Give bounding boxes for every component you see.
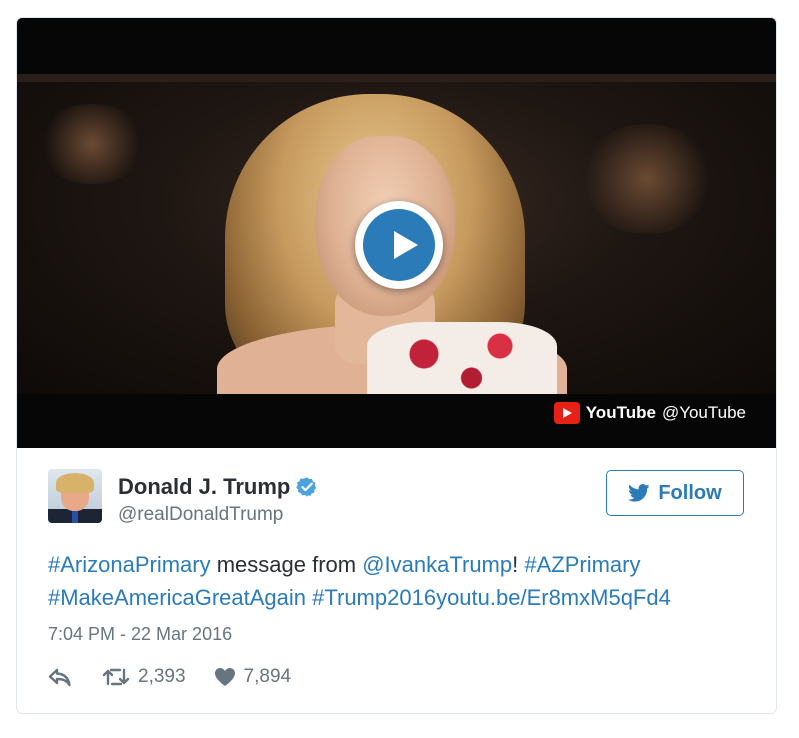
follow-label: Follow — [658, 481, 722, 504]
tweet-card: YouTube @YouTube Donald J. Trump @realDo… — [16, 17, 777, 714]
retweet-icon — [102, 668, 130, 686]
retweet-button[interactable]: 2,393 — [102, 666, 186, 688]
url-link[interactable]: youtu.be/Er8mxM5qFd4 — [436, 585, 671, 610]
youtube-logo-icon — [553, 402, 580, 424]
heart-icon — [214, 668, 235, 686]
author-row: Donald J. Trump — [118, 474, 318, 500]
tweet-actions: 2,393 7,894 — [48, 666, 291, 688]
reply-icon — [48, 668, 71, 687]
tweet-text: #ArizonaPrimary message from @IvankaTrum… — [48, 548, 758, 614]
hashtag-link[interactable]: #AZPrimary — [524, 552, 640, 577]
video-embed[interactable]: YouTube @YouTube — [17, 18, 776, 448]
hashtag-link[interactable]: #ArizonaPrimary — [48, 552, 211, 577]
tweet-text-plain: ! — [512, 552, 525, 577]
play-icon — [363, 209, 435, 281]
hashtag-link[interactable]: #Trump2016 — [312, 585, 436, 610]
provider-handle: @YouTube — [661, 403, 746, 422]
hashtag-link[interactable]: #MakeAmericaGreatAgain — [48, 585, 306, 610]
lamp-glow — [37, 104, 147, 184]
like-count: 7,894 — [243, 666, 292, 687]
lamp-glow — [577, 124, 717, 234]
youtube-attribution[interactable]: YouTube @YouTube — [553, 402, 746, 424]
shelf — [17, 74, 776, 82]
author-name[interactable]: Donald J. Trump — [118, 474, 290, 500]
verified-badge-icon — [296, 477, 317, 497]
mention-link[interactable]: @IvankaTrump — [362, 552, 512, 577]
twitter-bird-icon — [628, 484, 650, 502]
person-dress — [367, 322, 557, 394]
like-button[interactable]: 7,894 — [214, 666, 292, 688]
avatar[interactable] — [48, 469, 102, 523]
tweet-text-plain: message from — [210, 552, 363, 577]
retweet-count: 2,393 — [138, 666, 186, 687]
play-button[interactable] — [355, 201, 443, 289]
tweet-timestamp[interactable]: 7:04 PM - 22 Mar 2016 — [48, 624, 232, 645]
reply-button[interactable] — [48, 667, 72, 687]
follow-button[interactable]: Follow — [606, 470, 744, 516]
author-handle[interactable]: @realDonaldTrump — [118, 504, 283, 526]
provider-name: YouTube — [585, 403, 656, 422]
